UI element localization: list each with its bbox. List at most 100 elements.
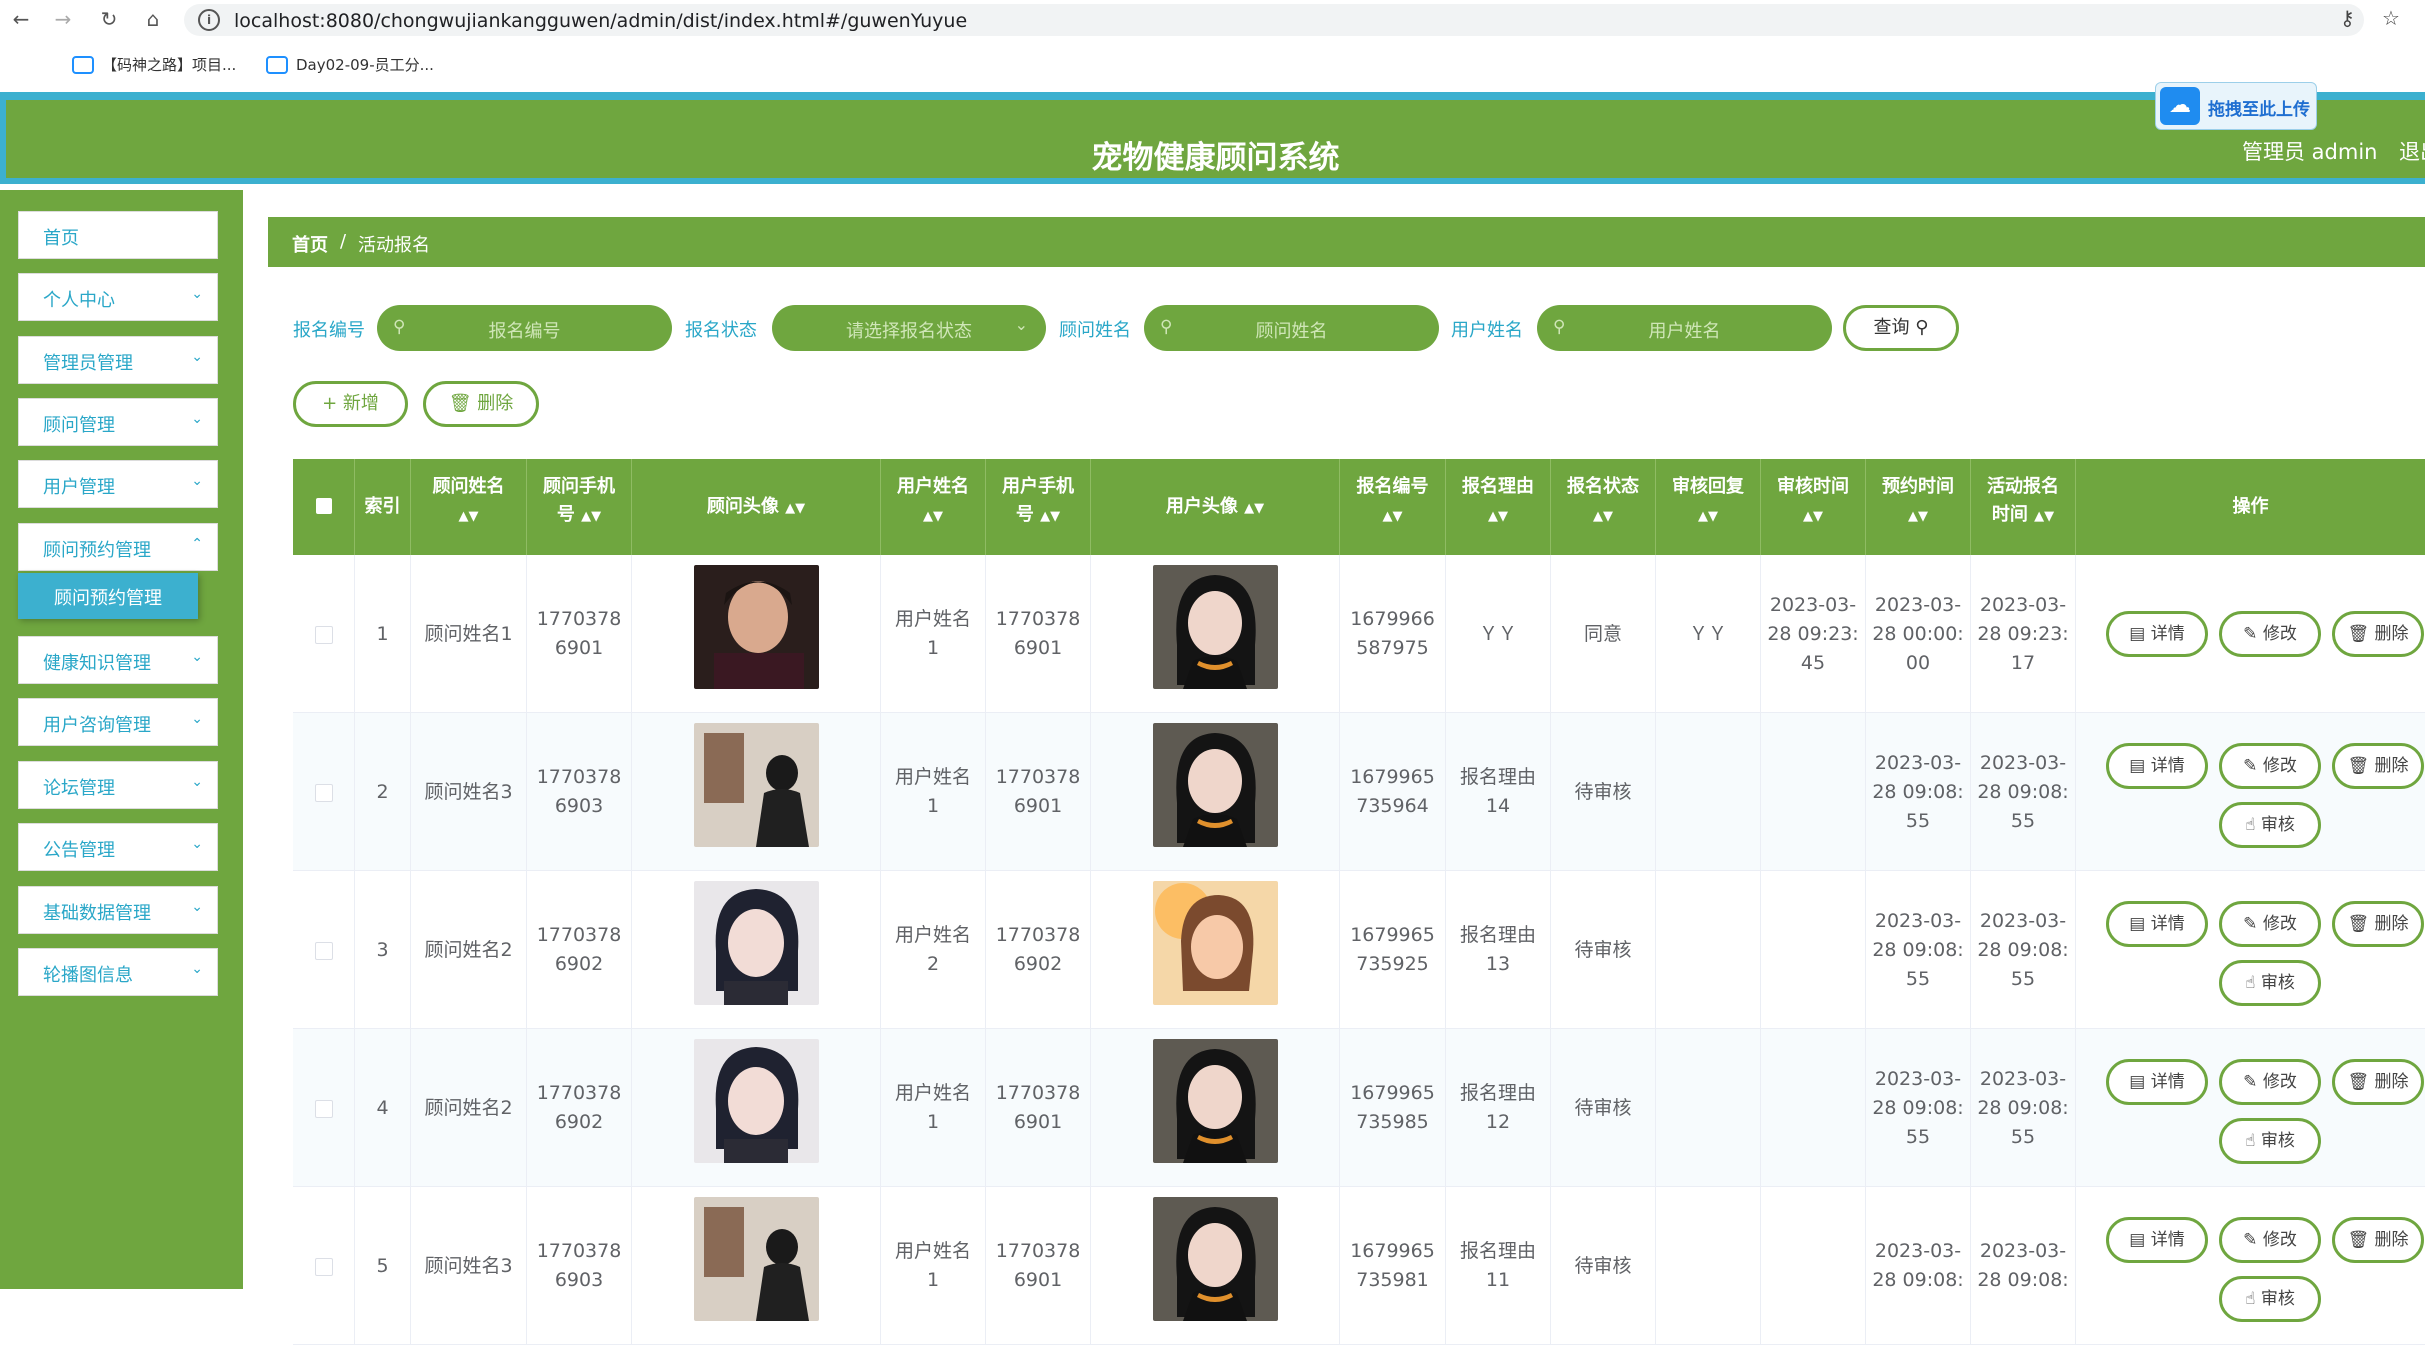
audit-button[interactable]: ☝ 审核 <box>2219 1118 2321 1164</box>
drag-upload-button[interactable]: ☁ 拖拽至此上传 <box>2155 82 2317 130</box>
row-checkbox[interactable] <box>315 942 333 960</box>
user-avatar-image[interactable] <box>1153 1039 1278 1163</box>
sidebar-item[interactable]: 用户咨询管理 ⌄ <box>18 698 218 746</box>
row-checkbox[interactable] <box>315 1100 333 1118</box>
select-cell <box>293 1029 355 1187</box>
audit-button[interactable]: ☝ 审核 <box>2219 1276 2321 1322</box>
sidebar-item[interactable]: 基础数据管理 ⌄ <box>18 886 218 934</box>
delete-button[interactable]: 🗑 删除 <box>2332 901 2424 947</box>
guwen-avatar-image[interactable] <box>694 565 819 689</box>
cell-text: 00 <box>1905 651 1931 674</box>
col-guwen-name[interactable]: 顾问姓名 ▲▼ <box>411 459 527 555</box>
col-signup-time[interactable]: 活动报名 时间 ▲▼ <box>1971 459 2076 555</box>
sidebar-item[interactable]: 轮播图信息 ⌄ <box>18 948 218 996</box>
detail-button[interactable]: ▤ 详情 <box>2106 1217 2208 1263</box>
cell-text: 1 <box>926 637 940 659</box>
col-reason[interactable]: 报名理由 ▲▼ <box>1446 459 1551 555</box>
col-reply[interactable]: 审核回复 ▲▼ <box>1656 459 1761 555</box>
detail-button[interactable]: ▤ 详情 <box>2106 611 2208 657</box>
bookmark-item[interactable]: Day02-09-员工分... <box>266 54 434 75</box>
cloud-upload-icon: ☁ <box>2160 87 2200 125</box>
col-guwen-avatar[interactable]: 顾问头像 ▲▼ <box>632 459 881 555</box>
bookmark-item[interactable]: 【码神之路】项目... <box>72 54 236 75</box>
user-avatar-image[interactable] <box>1153 723 1278 847</box>
audit-button[interactable]: ☝ 审核 <box>2219 960 2321 1006</box>
sidebar-item[interactable]: 管理员管理 ⌄ <box>18 336 218 384</box>
status-select[interactable]: 请选择报名状态 ⌄ <box>772 305 1046 351</box>
col-bianhao[interactable]: 报名编号 ▲▼ <box>1340 459 1446 555</box>
edit-button[interactable]: ✎ 修改 <box>2219 1217 2321 1263</box>
edit-button[interactable]: ✎ 修改 <box>2219 611 2321 657</box>
home-icon[interactable]: ⌂ <box>140 6 166 32</box>
select-all-checkbox[interactable] <box>316 498 332 514</box>
sidebar-item[interactable]: 用户管理 ⌄ <box>18 460 218 508</box>
sidebar-subitem-active[interactable]: 顾问预约管理 <box>18 573 198 619</box>
detail-button[interactable]: ▤ 详情 <box>2106 743 2208 789</box>
user-avatar-image[interactable] <box>1153 1197 1278 1321</box>
user-avatar-image[interactable] <box>1153 565 1278 689</box>
user-avatar-cell <box>1091 871 1340 1029</box>
cell-text: 1770378 <box>536 766 622 788</box>
col-yuyue-time[interactable]: 预约时间 ▲▼ <box>1866 459 1971 555</box>
col-guwen-phone[interactable]: 顾问手机号 ▲▼ <box>527 459 632 555</box>
password-key-icon[interactable]: ⚷ <box>2340 6 2355 30</box>
col-status[interactable]: 报名状态 ▲▼ <box>1551 459 1656 555</box>
cell-text: 待审核 <box>1574 1096 1632 1119</box>
sidebar-item[interactable]: 公告管理 ⌄ <box>18 823 218 871</box>
chevron-down-icon: ⌄ <box>191 411 203 427</box>
user-filter-label: 用户姓名 <box>1451 320 1523 341</box>
bookmark-star-icon[interactable]: ☆ <box>2382 6 2400 30</box>
bianhao-search-input[interactable]: ⚲ 报名编号 <box>377 305 672 351</box>
status-filter-label: 报名状态 <box>685 320 757 341</box>
yuyue-time-cell: 2023-03- 28 09:08: 55 <box>1866 713 1971 871</box>
delete-button[interactable]: 🗑 删除 <box>2332 1217 2424 1263</box>
site-title: 宠物健康顾问系统 <box>1091 140 1340 176</box>
row-checkbox[interactable] <box>315 784 333 802</box>
site-info-icon[interactable]: i <box>198 9 220 31</box>
edit-button[interactable]: ✎ 修改 <box>2219 901 2321 947</box>
logout-link[interactable]: 退出 <box>2399 136 2425 166</box>
back-icon[interactable]: ← <box>8 6 34 32</box>
user-avatar-image[interactable] <box>1153 881 1278 1005</box>
guwen-avatar-image[interactable] <box>694 881 819 1005</box>
delete-button[interactable]: 🗑 删除 <box>2332 1059 2424 1105</box>
yuyue-time-cell: 2023-03- 28 00:00: 00 <box>1866 555 1971 713</box>
edit-button[interactable]: ✎ 修改 <box>2219 1059 2321 1105</box>
address-bar[interactable]: i localhost:8080/chongwujiankangguwen/ad… <box>184 4 2364 36</box>
delete-button[interactable]: 🗑 删除 <box>2332 743 2424 789</box>
sidebar-item[interactable]: 健康知识管理 ⌄ <box>18 636 218 684</box>
col-user-phone[interactable]: 用户手机号 ▲▼ <box>986 459 1091 555</box>
breadcrumb-home[interactable]: 首页 <box>292 231 328 257</box>
guwen-avatar-image[interactable] <box>694 723 819 847</box>
address-url[interactable]: localhost:8080/chongwujiankangguwen/admi… <box>234 10 967 32</box>
sidebar-item[interactable]: 顾问预约管理 ⌃ <box>18 523 218 571</box>
sidebar-item[interactable]: 论坛管理 ⌄ <box>18 761 218 809</box>
edit-button[interactable]: ✎ 修改 <box>2219 743 2321 789</box>
sidebar-item[interactable]: 顾问管理 ⌄ <box>18 398 218 446</box>
delete-button[interactable]: 🗑 删除 <box>2332 611 2424 657</box>
detail-button[interactable]: ▤ 详情 <box>2106 1059 2208 1105</box>
query-button[interactable]: 查询 ⚲ <box>1843 305 1959 351</box>
add-button[interactable]: + 新增 <box>293 381 408 427</box>
guwen-name-cell: 顾问姓名3 <box>411 1187 527 1345</box>
sidebar-item[interactable]: 首页 <box>18 211 218 259</box>
user-search-input[interactable]: ⚲ 用户姓名 <box>1537 305 1832 351</box>
row-checkbox[interactable] <box>315 1258 333 1276</box>
batch-delete-button[interactable]: 🗑 删除 <box>423 381 539 427</box>
row-checkbox[interactable] <box>315 626 333 644</box>
search-icon: ⚲ <box>1915 317 1929 338</box>
col-user-avatar[interactable]: 用户头像 ▲▼ <box>1091 459 1340 555</box>
audit-button[interactable]: ☝ 审核 <box>2219 802 2321 848</box>
detail-button[interactable]: ▤ 详情 <box>2106 901 2208 947</box>
col-user-name[interactable]: 用户姓名 ▲▼ <box>881 459 986 555</box>
guwen-avatar-cell <box>632 713 881 871</box>
guwen-avatar-image[interactable] <box>694 1197 819 1321</box>
reload-icon[interactable]: ↻ <box>96 6 122 32</box>
col-audit-time[interactable]: 审核时间 ▲▼ <box>1761 459 1866 555</box>
yuyue-time-cell: 2023-03- 28 09:08: 55 <box>1866 871 1971 1029</box>
status-placeholder: 请选择报名状态 <box>846 321 972 342</box>
guwen-search-input[interactable]: ⚲ 顾问姓名 <box>1144 305 1439 351</box>
guwen-avatar-image[interactable] <box>694 1039 819 1163</box>
forward-icon[interactable]: → <box>50 6 76 32</box>
sidebar-item[interactable]: 个人中心 ⌄ <box>18 273 218 321</box>
